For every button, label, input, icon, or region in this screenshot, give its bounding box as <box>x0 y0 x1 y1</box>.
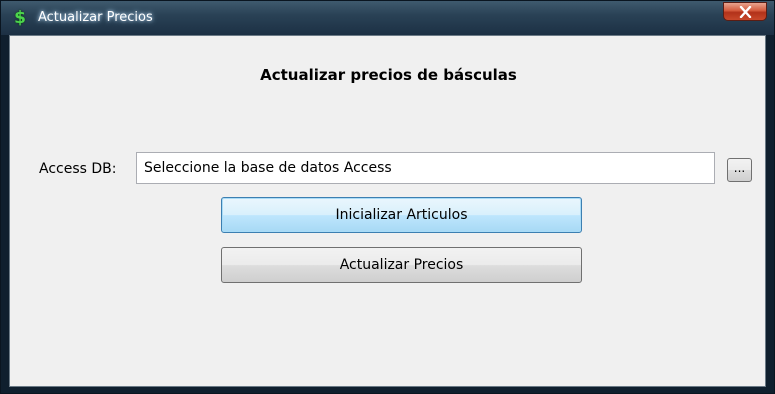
update-prices-button[interactable]: Actualizar Precios <box>221 247 582 283</box>
close-button[interactable] <box>723 2 767 21</box>
window-title: Actualizar Precios <box>38 10 153 25</box>
close-icon <box>739 6 752 18</box>
title-bar[interactable]: $ Actualizar Precios <box>1 1 774 35</box>
browse-button[interactable]: ... <box>727 158 752 182</box>
access-db-label: Access DB: <box>39 161 117 177</box>
access-db-path-field[interactable]: Seleccione la base de datos Access <box>136 152 715 184</box>
dialog-body: Actualizar precios de básculas Access DB… <box>9 35 766 387</box>
init-articles-button[interactable]: Inicializar Articulos <box>221 197 582 233</box>
page-title: Actualizar precios de básculas <box>260 66 517 84</box>
app-window: $ Actualizar Precios Actualizar precios … <box>0 0 775 394</box>
dollar-sign-icon: $ <box>14 8 26 28</box>
